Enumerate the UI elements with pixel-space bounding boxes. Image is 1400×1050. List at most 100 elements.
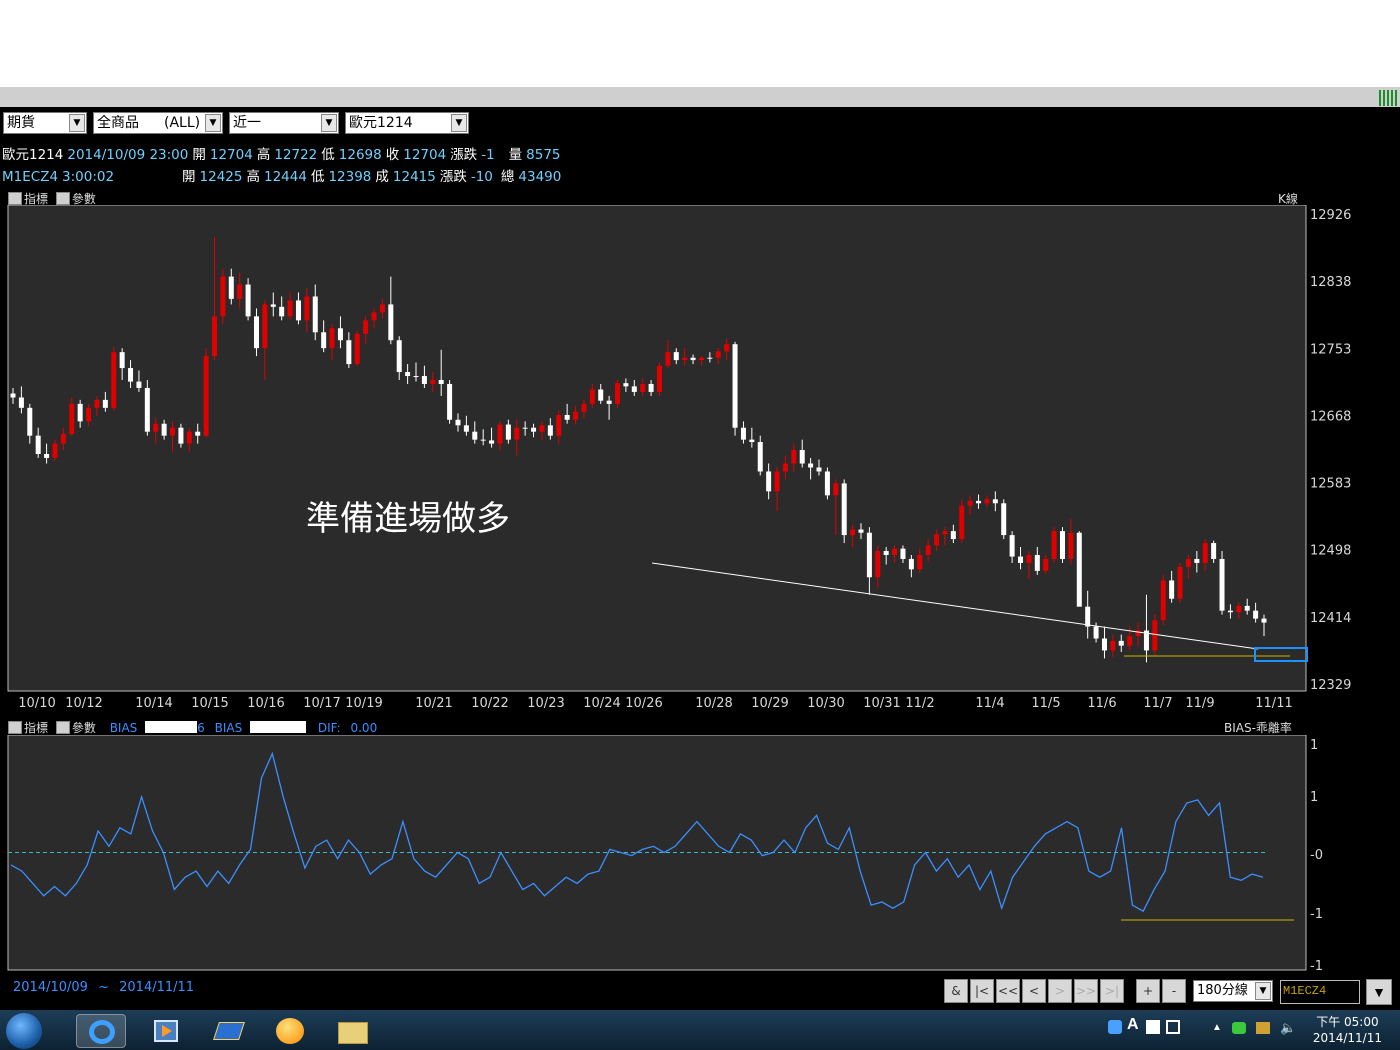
candle-body xyxy=(463,425,469,432)
next-page-button[interactable]: >> xyxy=(1074,979,1098,1003)
month-select[interactable]: 近一 ▼ xyxy=(229,112,339,134)
line-app-icon[interactable] xyxy=(1232,1022,1246,1034)
bias-y-tick-label: 1 xyxy=(1310,738,1318,753)
bias1-label: BIAS xyxy=(109,721,138,735)
dif-value: 0.00 xyxy=(350,721,378,735)
period-select[interactable]: 180分線 ▼ xyxy=(1193,980,1273,1002)
sub-param-button[interactable]: 參數 xyxy=(72,721,96,735)
candle-body xyxy=(984,499,990,504)
candle-body xyxy=(270,304,276,307)
last-button[interactable]: >| xyxy=(1100,979,1124,1003)
chevron-down-icon[interactable]: ▼ xyxy=(451,114,467,132)
candle-body xyxy=(94,399,100,408)
expand-down-icon[interactable]: ▼ xyxy=(1366,979,1392,1005)
messenger-icon[interactable] xyxy=(268,1014,314,1048)
contract-select[interactable]: 歐元1214 ▼ xyxy=(345,112,469,134)
candle-body xyxy=(782,463,788,472)
quote2-close: 12415 xyxy=(392,169,436,185)
candle-body xyxy=(136,381,142,388)
param-menu-icon[interactable] xyxy=(55,721,70,734)
bias-y-tick-label: -0 xyxy=(1310,848,1323,863)
quote1-low: 12698 xyxy=(338,147,382,163)
param-menu-icon[interactable] xyxy=(55,192,70,205)
candle-body xyxy=(850,529,856,536)
x-tick-label: 10/31 xyxy=(863,696,900,711)
media-player-icon[interactable] xyxy=(144,1014,190,1048)
app-icon[interactable] xyxy=(206,1014,252,1048)
input-method-icon[interactable] xyxy=(1108,1020,1122,1034)
quote2-low: 12398 xyxy=(328,169,372,185)
date-start: 2014/10/09 xyxy=(13,980,88,995)
product-select[interactable]: 全商品 (ALL) ▼ xyxy=(93,112,223,134)
chevron-down-icon[interactable]: ▼ xyxy=(205,114,221,132)
indicator-menu-icon[interactable] xyxy=(8,721,22,734)
quote2-change: -10 xyxy=(470,169,493,185)
annotation-text: 準備進場做多 xyxy=(306,499,510,539)
candle-body xyxy=(128,368,134,382)
half-width-icon[interactable] xyxy=(1146,1020,1160,1034)
candle-body xyxy=(60,434,66,444)
chevron-down-icon[interactable]: ▼ xyxy=(321,114,337,132)
quote1-low-label: 低 xyxy=(321,147,335,163)
indicator-button[interactable]: 指標 xyxy=(24,192,48,206)
quote2-high: 12444 xyxy=(263,169,307,185)
show-hidden-icons-icon[interactable]: ▲ xyxy=(1212,1022,1222,1033)
folder-icon[interactable] xyxy=(330,1014,376,1048)
market-select[interactable]: 期貨 ▼ xyxy=(3,112,87,134)
y-tick-label: 12329 xyxy=(1310,678,1351,693)
candle-body xyxy=(673,352,679,361)
clock[interactable]: 下午 05:00 2014/11/11 xyxy=(1313,1014,1382,1046)
indicator-menu-icon[interactable] xyxy=(8,192,22,205)
quote-line-1: 歐元1214 2014/10/09 23:00 開 12704 高 12722 低 12698… xyxy=(2,143,565,163)
candle-body xyxy=(304,296,310,321)
candle-body xyxy=(1085,606,1091,627)
y-tick-label: 12498 xyxy=(1310,544,1351,559)
first-button[interactable]: |< xyxy=(970,979,994,1003)
x-tick-label: 10/15 xyxy=(191,696,228,711)
prev-page-button[interactable]: << xyxy=(996,979,1020,1003)
candle-body xyxy=(161,423,167,436)
x-tick-label: 10/28 xyxy=(695,696,732,711)
zoom-in-button[interactable]: + xyxy=(1136,979,1160,1003)
amp-button[interactable]: & xyxy=(944,979,968,1003)
candle-body xyxy=(740,427,746,440)
x-tick-label: 10/21 xyxy=(415,696,452,711)
candle-body xyxy=(195,431,201,436)
chevron-down-icon[interactable]: ▼ xyxy=(1255,982,1271,1000)
font-a-icon[interactable]: A xyxy=(1127,1016,1139,1034)
market-select-value: 期貨 xyxy=(7,115,35,131)
candle-body xyxy=(1185,558,1191,567)
chevron-down-icon[interactable]: ▼ xyxy=(69,114,85,132)
candlestick-chart[interactable]: 12926 12838 12753 12668 12583 12498 12414 12329… xyxy=(0,205,1400,715)
candle-body xyxy=(799,449,805,464)
candle-body xyxy=(1227,610,1233,613)
bias-chart[interactable]: 1 1 -0 -1 -1 xyxy=(0,735,1400,975)
network-icon[interactable] xyxy=(1256,1022,1270,1034)
candle-body xyxy=(472,431,478,440)
quote1-high-label: 高 xyxy=(256,147,271,163)
sub-indicator-button[interactable]: 指標 xyxy=(24,721,48,735)
candle-body xyxy=(1152,620,1158,651)
candle-body xyxy=(1026,554,1032,563)
clock-date: 2014/11/11 xyxy=(1312,1031,1382,1045)
zoom-out-button[interactable]: - xyxy=(1162,979,1186,1003)
next-button[interactable]: > xyxy=(1048,979,1072,1003)
candle-body xyxy=(35,435,41,454)
quote1-name: 歐元1214 xyxy=(2,147,64,163)
start-button[interactable] xyxy=(6,1013,42,1049)
volume-icon[interactable]: 🔈 xyxy=(1280,1020,1296,1036)
candle-body xyxy=(539,425,545,432)
ie-icon[interactable] xyxy=(76,1014,126,1048)
prev-button[interactable]: < xyxy=(1022,979,1046,1003)
candle-body xyxy=(153,423,159,432)
candle-body xyxy=(917,554,923,570)
symbol-input[interactable]: M1ECZ4 xyxy=(1280,980,1360,1004)
candle-body xyxy=(253,316,259,349)
quote1-open: 12704 xyxy=(209,147,253,163)
product-select-value: 全商品 xyxy=(97,115,139,131)
ime-option-icon[interactable] xyxy=(1166,1020,1180,1034)
candle-body xyxy=(1177,566,1183,599)
param-button[interactable]: 參數 xyxy=(72,192,96,206)
quote2-high-label: 高 xyxy=(246,169,260,185)
candle-body xyxy=(69,403,75,435)
